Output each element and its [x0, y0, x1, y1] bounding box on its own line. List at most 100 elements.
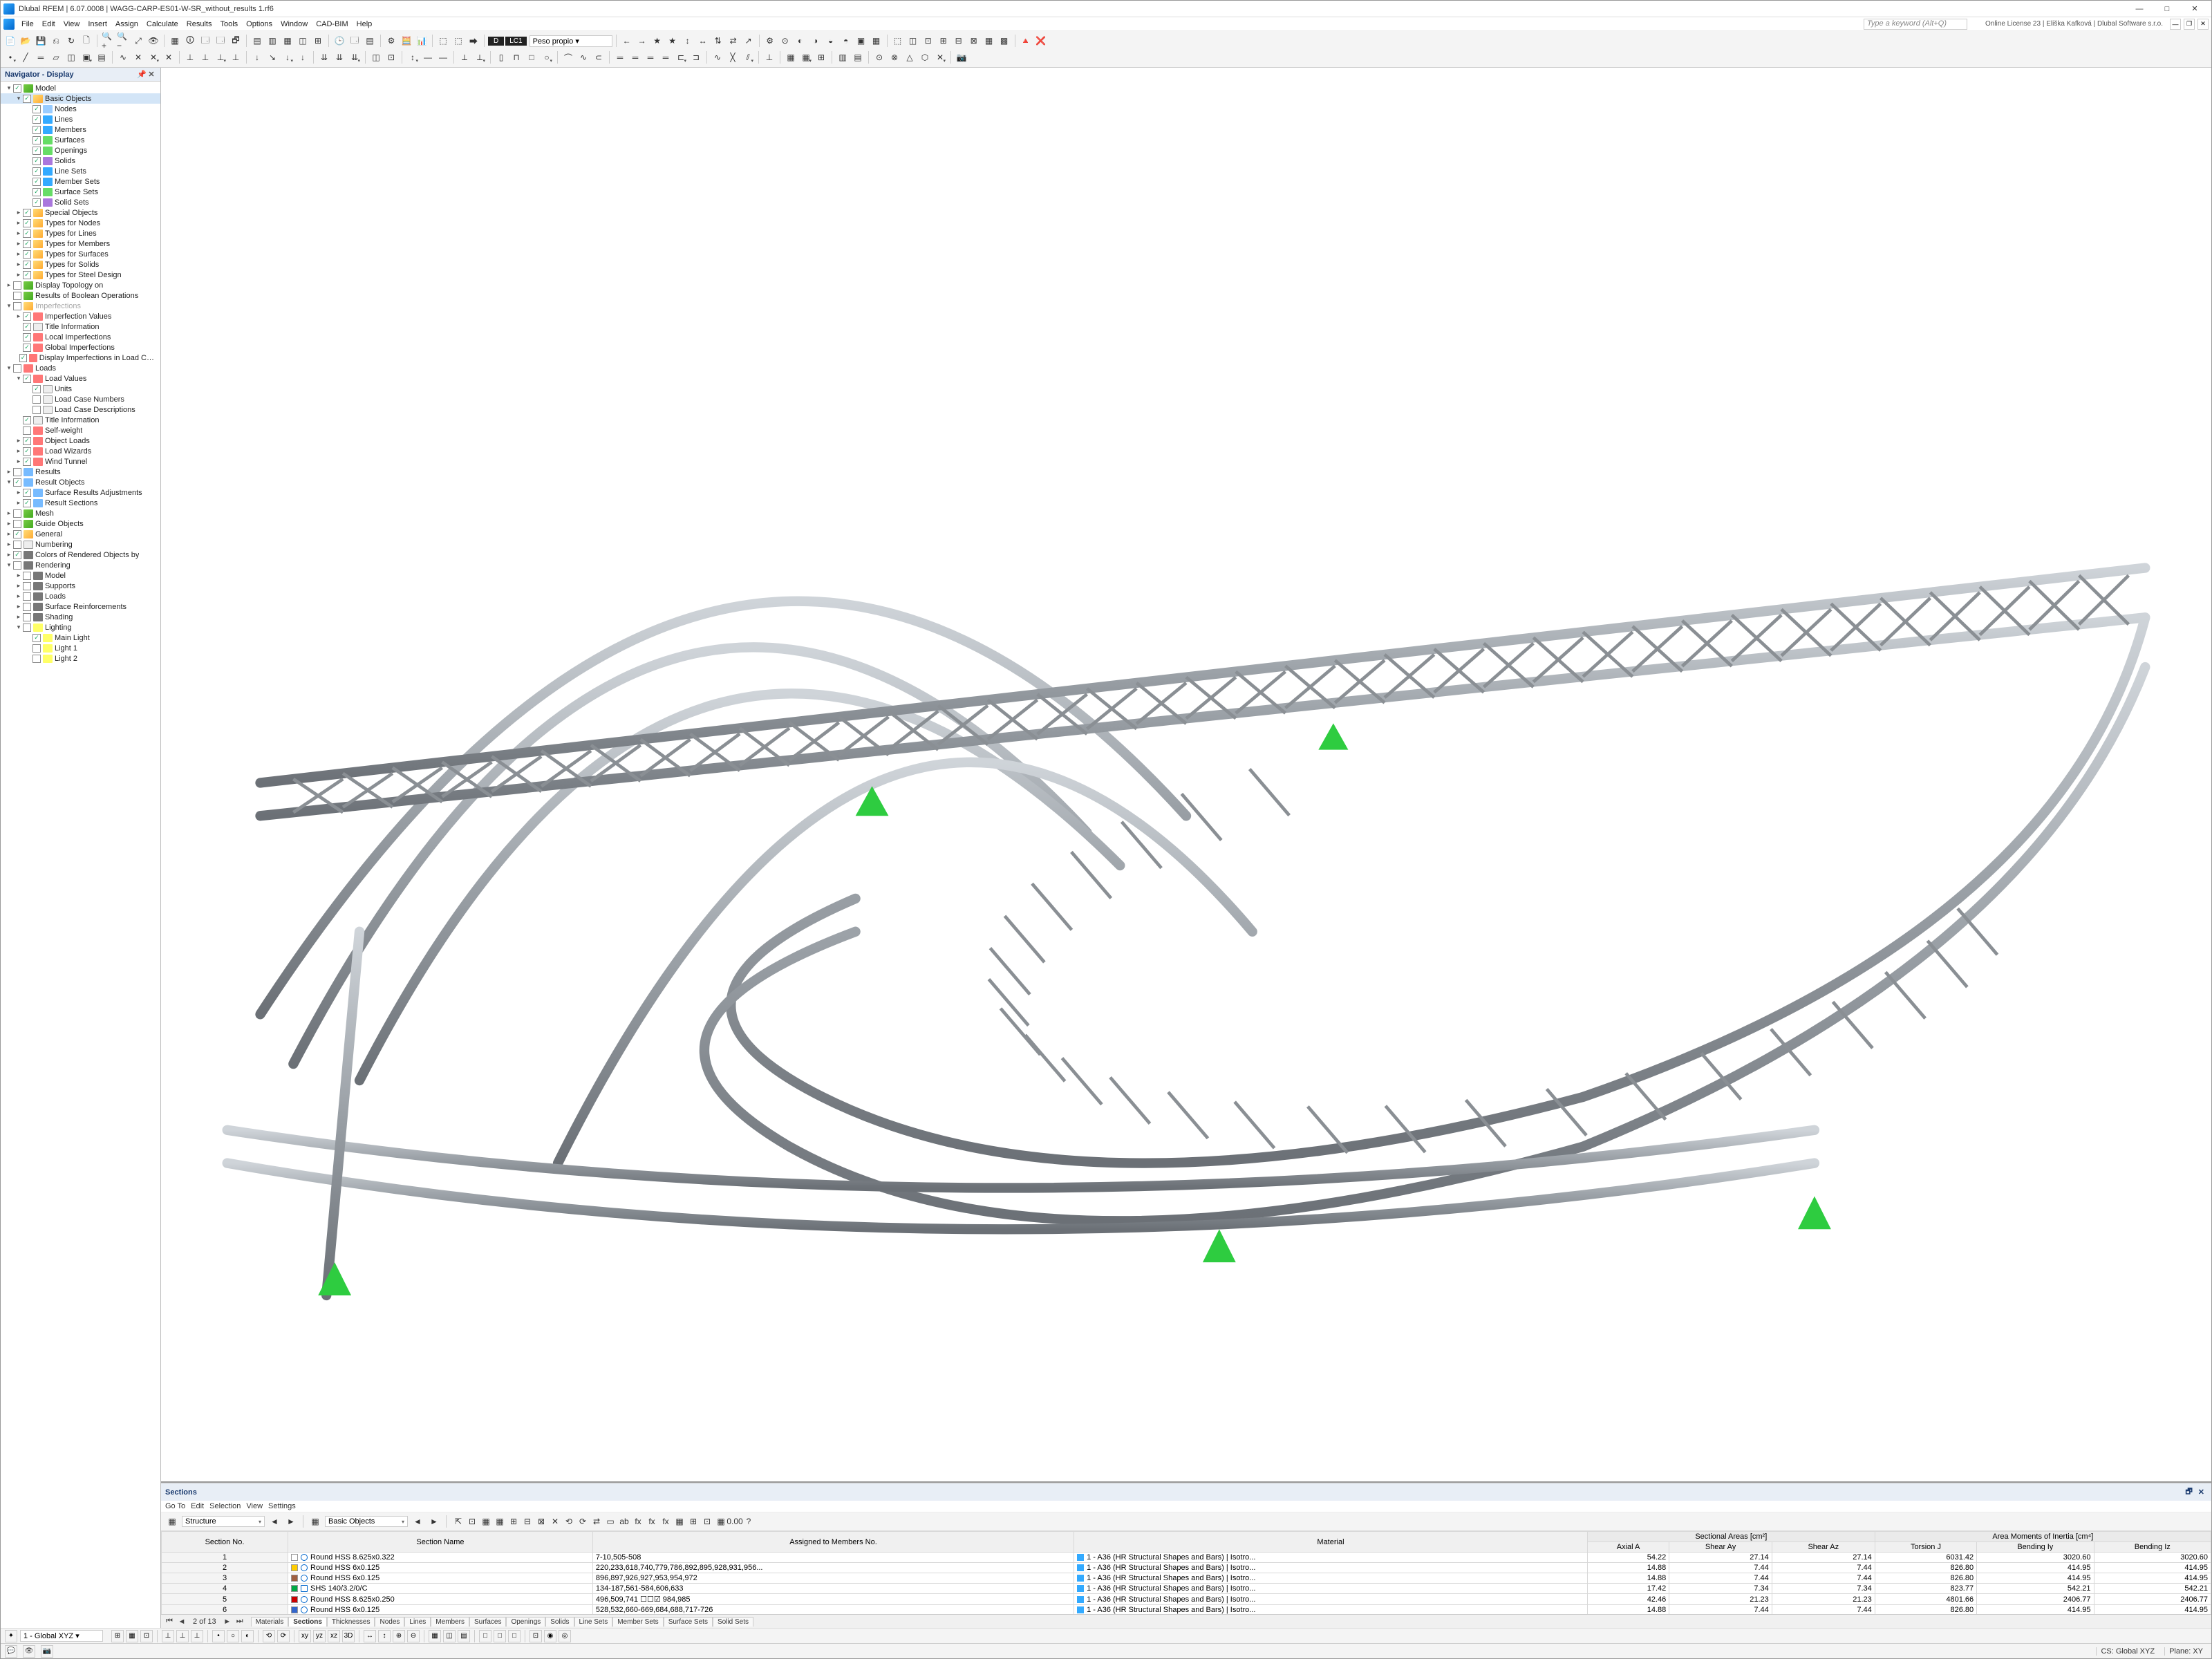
- checkbox[interactable]: [13, 561, 21, 570]
- toolbar2-btn-2[interactable]: ═: [34, 50, 48, 64]
- tree-item[interactable]: Openings: [1, 145, 160, 156]
- checkbox[interactable]: [32, 157, 41, 165]
- toolbar2-btn-13[interactable]: ⊥: [183, 50, 197, 64]
- checkbox[interactable]: [13, 530, 21, 538]
- 3d-viewport[interactable]: [161, 68, 2211, 1483]
- toolbar-btn-52[interactable]: ◑: [809, 34, 823, 48]
- status-btn-5[interactable]: ⊥: [176, 1630, 189, 1642]
- tree-item[interactable]: ▾Lighting: [1, 622, 160, 632]
- toolbar-btn-15[interactable]: 🗔: [214, 34, 227, 48]
- navigator-tree[interactable]: ▾Model▾Basic ObjectsNodesLinesMembersSur…: [1, 82, 160, 1628]
- sec-tb-15[interactable]: fx: [659, 1515, 673, 1528]
- tree-item[interactable]: ▸Types for Lines: [1, 228, 160, 238]
- menu-assign[interactable]: Assign: [111, 19, 142, 30]
- status-btn-15[interactable]: xy: [299, 1630, 311, 1642]
- menu-results[interactable]: Results: [182, 19, 216, 30]
- menu-calculate[interactable]: Calculate: [142, 19, 182, 30]
- status-btn-9[interactable]: ○: [227, 1630, 239, 1642]
- checkbox[interactable]: [23, 499, 31, 507]
- toolbar-btn-59[interactable]: ◫: [906, 34, 920, 48]
- toolbar2-btn-35[interactable]: ⟂: [473, 50, 487, 64]
- tab-thicknesses[interactable]: Thicknesses: [327, 1617, 375, 1627]
- table-row[interactable]: 5Round HSS 8.625x0.250496,509,741 ☐☐☑ 98…: [162, 1594, 2211, 1605]
- toolbar2-btn-32[interactable]: —: [436, 50, 450, 64]
- toolbar-btn-51[interactable]: ◐: [794, 34, 807, 48]
- sections-menu-settings[interactable]: Settings: [268, 1502, 296, 1510]
- tree-item[interactable]: Nodes: [1, 104, 160, 114]
- tab-members[interactable]: Members: [431, 1617, 469, 1627]
- toolbar2-btn-51[interactable]: ⊐: [689, 50, 703, 64]
- tree-item[interactable]: ▸Shading: [1, 612, 160, 622]
- camera-icon[interactable]: 📷: [41, 1645, 53, 1658]
- status-btn-21[interactable]: ↕: [378, 1630, 391, 1642]
- sec-tb-7[interactable]: ✕: [548, 1515, 562, 1528]
- restore-panel-icon[interactable]: 🗗: [2182, 1485, 2195, 1499]
- sec-tb-10[interactable]: ⇄: [590, 1515, 603, 1528]
- toolbar-btn-3[interactable]: ⎌: [49, 34, 63, 48]
- toolbar2-btn-28[interactable]: ⊡: [384, 50, 398, 64]
- checkbox[interactable]: [32, 126, 41, 134]
- toolbar2-btn-46[interactable]: ═: [613, 50, 627, 64]
- toolbar-btn-9[interactable]: ⤢: [131, 34, 145, 48]
- tree-item[interactable]: ▸Supports: [1, 581, 160, 591]
- status-btn-31[interactable]: □: [508, 1630, 521, 1642]
- sections-menu-edit[interactable]: Edit: [191, 1502, 204, 1510]
- tab-lines[interactable]: Lines: [404, 1617, 431, 1627]
- toolbar2-btn-37[interactable]: ▯: [494, 50, 508, 64]
- checkbox[interactable]: [13, 509, 21, 518]
- tree-item[interactable]: Display Imperfections in Load Cases & ..…: [1, 353, 160, 363]
- sec-tb-9[interactable]: ⟳: [576, 1515, 590, 1528]
- tab-sections[interactable]: Sections: [288, 1617, 327, 1627]
- checkbox[interactable]: [23, 229, 31, 238]
- toolbar2-btn-3[interactable]: ▱: [49, 50, 63, 64]
- status-btn-4[interactable]: ⊥: [162, 1630, 174, 1642]
- sec-tb-13[interactable]: fx: [631, 1515, 645, 1528]
- structure-icon[interactable]: ▦: [165, 1515, 179, 1528]
- tree-item[interactable]: ▾Basic Objects: [1, 93, 160, 104]
- toolbar2-btn-64[interactable]: ▤: [851, 50, 865, 64]
- toolbar2-btn-43[interactable]: ∿: [577, 50, 590, 64]
- sec-tb-18[interactable]: ⊡: [700, 1515, 714, 1528]
- toolbar-btn-39[interactable]: ←: [620, 34, 634, 48]
- tree-item[interactable]: Light 1: [1, 643, 160, 653]
- checkbox[interactable]: [23, 209, 31, 217]
- checkbox[interactable]: [32, 178, 41, 186]
- table-row[interactable]: 3Round HSS 6x0.125896,897,926,927,953,95…: [162, 1573, 2211, 1584]
- toolbar-btn-16[interactable]: 🗗: [229, 34, 243, 48]
- tab-surface-sets[interactable]: Surface Sets: [664, 1617, 713, 1627]
- menu-window[interactable]: Window: [276, 19, 312, 30]
- axes-icon[interactable]: ✦: [5, 1630, 17, 1642]
- toolbar2-btn-16[interactable]: ⊥: [229, 50, 243, 64]
- tree-item[interactable]: Title Information: [1, 321, 160, 332]
- toolbar2-btn-10[interactable]: ✕: [147, 50, 160, 64]
- mdi-restore-button[interactable]: ❐: [2184, 19, 2195, 30]
- tree-item[interactable]: ▸Special Objects: [1, 207, 160, 218]
- tab-surfaces[interactable]: Surfaces: [469, 1617, 506, 1627]
- sec-tb-17[interactable]: ⊞: [686, 1515, 700, 1528]
- coord-system-combo[interactable]: 1 - Global XYZ ▾: [20, 1630, 103, 1642]
- toolbar-btn-20[interactable]: ▦: [281, 34, 294, 48]
- toolbar2-btn-48[interactable]: ═: [644, 50, 657, 64]
- status-btn-22[interactable]: ⊕: [393, 1630, 405, 1642]
- tree-item[interactable]: Surface Sets: [1, 187, 160, 197]
- sec-tb-11[interactable]: ▭: [603, 1515, 617, 1528]
- status-btn-29[interactable]: □: [479, 1630, 491, 1642]
- keyword-search[interactable]: Type a keyword (Alt+Q): [1864, 19, 1967, 30]
- prev-combo-button[interactable]: ◄: [268, 1515, 281, 1528]
- checkbox[interactable]: [32, 385, 41, 393]
- toolbar2-btn-40[interactable]: ○: [540, 50, 554, 64]
- toolbar-btn-7[interactable]: 🔍+: [101, 34, 115, 48]
- toolbar2-btn-70[interactable]: ✕: [933, 50, 947, 64]
- tree-item[interactable]: ▸Types for Solids: [1, 259, 160, 270]
- status-btn-0[interactable]: ⊞: [111, 1630, 124, 1642]
- structure-combo[interactable]: Structure: [182, 1516, 265, 1527]
- checkbox[interactable]: [19, 354, 27, 362]
- tree-item[interactable]: Units: [1, 384, 160, 394]
- checkbox[interactable]: [13, 281, 21, 290]
- status-btn-16[interactable]: yz: [313, 1630, 326, 1642]
- tree-item[interactable]: Results of Boolean Operations: [1, 290, 160, 301]
- tree-item[interactable]: ▸Object Loads: [1, 435, 160, 446]
- checkbox[interactable]: [23, 95, 31, 103]
- tree-item[interactable]: ▸Result Sections: [1, 498, 160, 508]
- toolbar-btn-14[interactable]: 🗔: [198, 34, 212, 48]
